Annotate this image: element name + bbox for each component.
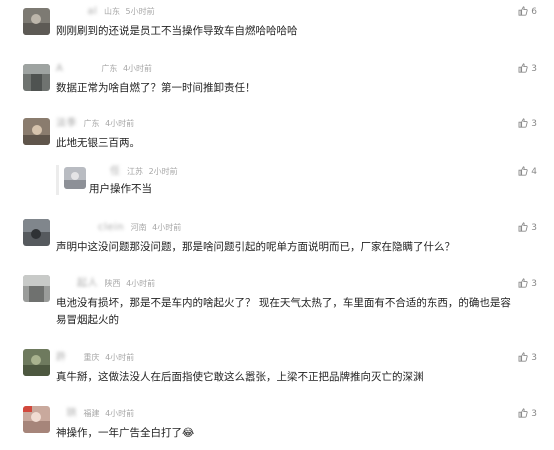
location: 广东 [83,119,100,128]
thumbs-up-icon [518,6,528,16]
avatar[interactable] [23,64,50,91]
thumbs-up-icon [518,166,528,176]
reply-meta: 任 江苏 2小时前 [89,165,181,179]
comment-meta: clein 河南 4小时前 [56,221,184,235]
location: 福建 [83,409,100,418]
avatar[interactable] [23,275,50,302]
username[interactable]: 許 [56,351,77,365]
location: 山东 [103,7,120,16]
thumbs-up-icon [518,408,528,418]
comment-meta: 淡季 广东 4小时前 [56,117,137,131]
username[interactable]: al [56,5,97,19]
comment-text: 真牛掰，这做法没人在后面指使它敢这么嚣张，上梁不正把品牌推向灭亡的深渊 [56,371,424,383]
thumbs-up-icon [518,278,528,288]
username[interactable]: clein [56,221,124,235]
avatar[interactable] [23,118,50,145]
like-button[interactable]: 3 [518,277,537,291]
reply-text: 用户操作不当 [89,183,152,195]
username[interactable]: 珙 [56,407,77,421]
comment-list: al 山东 5小时前 刚刚刷到的还说是员工不当操作导致车自燃哈哈哈哈 6 A 广… [0,0,554,450]
avatar[interactable] [23,349,50,376]
timestamp: 4小时前 [122,64,153,73]
reply-like-count: 4 [531,167,537,177]
like-count: 6 [531,7,537,17]
comment-meta: A 广东 4小时前 [56,62,155,76]
comment-meta: 珙 福建 4小时前 [56,407,137,421]
thumbs-up-icon [518,118,528,128]
timestamp: 4小时前 [105,409,135,418]
comment-text-line: 电池没有损坏，那是不是车内的啥起火了？ 现在天气太热了，车里面有不合适的东西，的… [56,297,511,309]
username[interactable]: 淡季 [56,117,77,131]
thumbs-up-icon [518,352,528,362]
timestamp: 5小时前 [125,7,155,16]
timestamp: 4小时前 [105,119,135,128]
like-button[interactable]: 3 [518,62,537,76]
comment-meta: 許 重庆 4小时前 [56,351,137,365]
like-button[interactable]: 3 [518,351,537,365]
like-count: 3 [531,409,537,419]
username[interactable]: A [56,62,95,76]
timestamp: 4小时前 [152,223,182,232]
comment-meta: 起人 陕西 4小时前 [56,277,158,291]
reply-timestamp: 2小时前 [148,167,178,176]
comment-text-line: 易冒烟起火的 [56,314,119,326]
comment-text: 神操作，一年广告全白打了😂 [56,427,195,439]
location: 重庆 [83,353,100,362]
location: 陕西 [104,279,121,288]
like-count: 3 [531,223,537,233]
reply-indent-bar [56,165,59,195]
like-count: 3 [531,64,537,74]
avatar[interactable] [23,406,50,433]
thumbs-up-icon [518,63,528,73]
like-count: 3 [531,279,537,289]
comment-text: 刚刚刷到的还说是员工不当操作导致车自燃哈哈哈哈 [56,25,298,37]
like-button[interactable]: 3 [518,117,537,131]
like-count: 3 [531,353,537,363]
location: 河南 [130,223,147,232]
comment-text: 此地无银三百两。 [56,137,140,149]
username[interactable]: 起人 [56,277,98,291]
avatar[interactable] [23,8,50,35]
location: 广东 [101,64,118,73]
reply-location: 江苏 [127,167,144,176]
like-count: 3 [531,119,537,129]
avatar[interactable] [23,219,50,246]
like-button[interactable]: 3 [518,407,537,421]
comment-text: 数据正常为啥自燃了？第一时间推卸责任！ [56,82,256,94]
comment-text: 声明中这没问题那没问题，那是啥问题引起的呢单方面说明而已，厂家在隐瞒了什么？ [56,241,455,253]
reply-username[interactable]: 任 [89,165,121,179]
reply-like-button[interactable]: 4 [518,165,537,179]
reply-avatar[interactable] [64,167,86,189]
comment-meta: al 山东 5小时前 [56,5,158,19]
timestamp: 4小时前 [105,353,135,362]
like-button[interactable]: 3 [518,221,537,235]
timestamp: 4小时前 [126,279,156,288]
like-button[interactable]: 6 [518,5,537,19]
thumbs-up-icon [518,222,528,232]
